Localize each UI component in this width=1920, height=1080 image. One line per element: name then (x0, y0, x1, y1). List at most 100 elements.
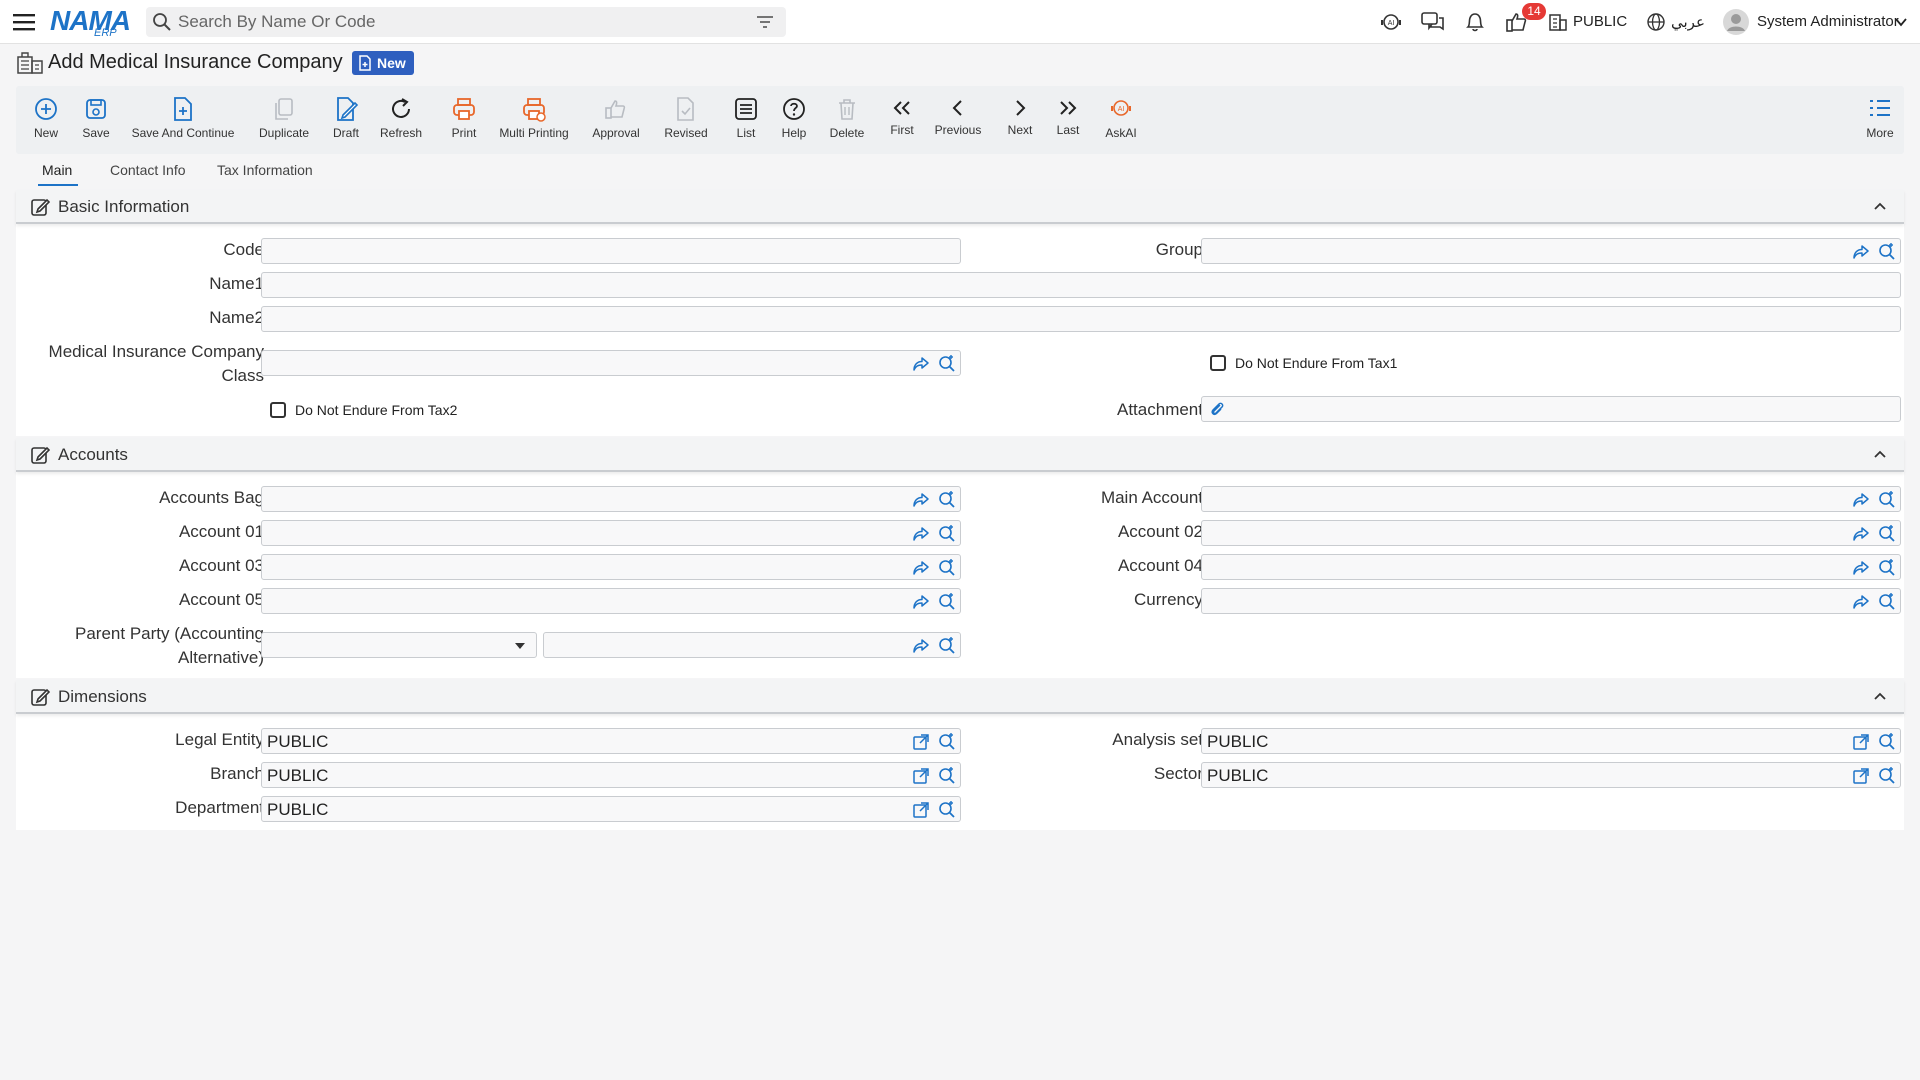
new-button[interactable]: New (26, 86, 66, 154)
lookup-search-icon[interactable] (1878, 733, 1896, 751)
chevron-down-icon[interactable] (1894, 16, 1908, 28)
save-and-continue-button[interactable]: Save And Continue (128, 86, 238, 154)
code-field[interactable] (261, 238, 961, 264)
main-account-field[interactable] (1201, 486, 1901, 512)
approval-button[interactable]: Approval (586, 86, 646, 154)
name1-field[interactable] (261, 272, 1901, 298)
sector-field[interactable]: PUBLIC (1201, 762, 1901, 788)
lookup-search-icon[interactable] (938, 767, 956, 785)
lookup-search-icon[interactable] (938, 355, 956, 373)
tax1-checkbox[interactable] (1210, 355, 1226, 371)
chevron-up-icon[interactable] (1872, 688, 1888, 704)
branch-field[interactable]: PUBLIC (261, 762, 961, 788)
lookup-search-icon[interactable] (1878, 767, 1896, 785)
bell-icon[interactable] (1462, 10, 1488, 34)
lookup-search-icon[interactable] (938, 637, 956, 655)
attachment-field[interactable] (1201, 396, 1901, 422)
external-link-icon[interactable] (912, 801, 930, 819)
multi-printing-button[interactable]: Multi Printing (494, 86, 574, 154)
analysis-set-field[interactable]: PUBLIC (1201, 728, 1901, 754)
share-icon[interactable] (1852, 243, 1870, 261)
account-04-field[interactable] (1201, 554, 1901, 580)
search-input[interactable] (178, 7, 738, 37)
share-icon[interactable] (912, 637, 930, 655)
lookup-search-icon[interactable] (1878, 559, 1896, 577)
lookup-search-icon[interactable] (938, 559, 956, 577)
tab-contact-info[interactable]: Contact Info (110, 162, 186, 178)
lookup-search-icon[interactable] (938, 801, 956, 819)
name2-field[interactable] (261, 306, 1901, 332)
globe-icon[interactable] (1646, 10, 1666, 34)
lookup-search-icon[interactable] (1878, 491, 1896, 509)
lookup-search-icon[interactable] (938, 525, 956, 543)
menu-icon[interactable] (12, 11, 36, 33)
account-01-field[interactable] (261, 520, 961, 546)
share-icon[interactable] (1852, 525, 1870, 543)
next-button[interactable]: Next (1000, 86, 1040, 154)
legal-entity-selector[interactable]: PUBLIC (1573, 13, 1627, 30)
share-icon[interactable] (1852, 491, 1870, 509)
previous-button[interactable]: Previous (928, 86, 988, 154)
avatar[interactable] (1722, 8, 1750, 36)
share-icon[interactable] (912, 593, 930, 611)
dimensions-header[interactable]: Dimensions (16, 680, 1904, 714)
lookup-search-icon[interactable] (938, 593, 956, 611)
parent-party-type-select[interactable] (261, 632, 537, 658)
chevron-up-icon[interactable] (1872, 198, 1888, 214)
group-field[interactable] (1201, 238, 1901, 264)
list-button[interactable]: List (726, 86, 766, 154)
chevron-up-icon[interactable] (1872, 446, 1888, 462)
duplicate-button[interactable]: Duplicate (254, 86, 314, 154)
accounts-header[interactable]: Accounts (16, 438, 1904, 472)
language-switch[interactable]: عربي (1671, 13, 1705, 31)
share-icon[interactable] (912, 525, 930, 543)
company-class-field[interactable] (261, 350, 961, 376)
legal-entity-field[interactable]: PUBLIC (261, 728, 961, 754)
paperclip-icon[interactable] (1208, 400, 1226, 418)
user-menu[interactable]: System Administrator (1757, 13, 1899, 30)
filter-icon[interactable] (756, 13, 774, 31)
share-icon[interactable] (1852, 593, 1870, 611)
share-icon[interactable] (912, 491, 930, 509)
app-logo[interactable]: NAMA ERP (50, 5, 132, 39)
share-icon[interactable] (912, 559, 930, 577)
external-link-icon[interactable] (912, 767, 930, 785)
tab-main[interactable]: Main (42, 162, 72, 178)
chat-icon[interactable] (1420, 10, 1446, 34)
more-label: More (1866, 126, 1894, 140)
share-icon[interactable] (912, 355, 930, 373)
currency-field[interactable] (1201, 588, 1901, 614)
more-button[interactable]: More (1862, 86, 1898, 154)
share-icon[interactable] (1852, 559, 1870, 577)
account-02-field[interactable] (1201, 520, 1901, 546)
first-button[interactable]: First (882, 86, 922, 154)
account-05-field[interactable] (261, 588, 961, 614)
external-link-icon[interactable] (1852, 767, 1870, 785)
help-button[interactable]: Help (774, 86, 814, 154)
accounts-bag-field[interactable] (261, 486, 961, 512)
lookup-search-icon[interactable] (1878, 243, 1896, 261)
basic-information-header[interactable]: Basic Information (16, 190, 1904, 224)
department-field[interactable]: PUBLIC (261, 796, 961, 822)
lookup-search-icon[interactable] (1878, 525, 1896, 543)
print-button[interactable]: Print (444, 86, 484, 154)
account-03-field[interactable] (261, 554, 961, 580)
tax2-checkbox[interactable] (270, 402, 286, 418)
lookup-search-icon[interactable] (938, 491, 956, 509)
save-button[interactable]: Save (76, 86, 116, 154)
revised-button[interactable]: Revised (658, 86, 714, 154)
company-class-label: Medical Insurance Company Class (49, 340, 264, 388)
caret-down-icon[interactable] (514, 642, 526, 650)
askai-button[interactable]: AI AskAI (1096, 86, 1146, 154)
delete-button[interactable]: Delete (822, 86, 872, 154)
lookup-search-icon[interactable] (938, 733, 956, 751)
external-link-icon[interactable] (1852, 733, 1870, 751)
draft-button[interactable]: Draft (326, 86, 366, 154)
tab-tax-information[interactable]: Tax Information (217, 162, 313, 178)
ai-assistant-icon[interactable]: AI (1378, 10, 1404, 34)
parent-party-field[interactable] (543, 632, 961, 658)
external-link-icon[interactable] (912, 733, 930, 751)
last-button[interactable]: Last (1048, 86, 1088, 154)
refresh-button[interactable]: Refresh (376, 86, 426, 154)
lookup-search-icon[interactable] (1878, 593, 1896, 611)
